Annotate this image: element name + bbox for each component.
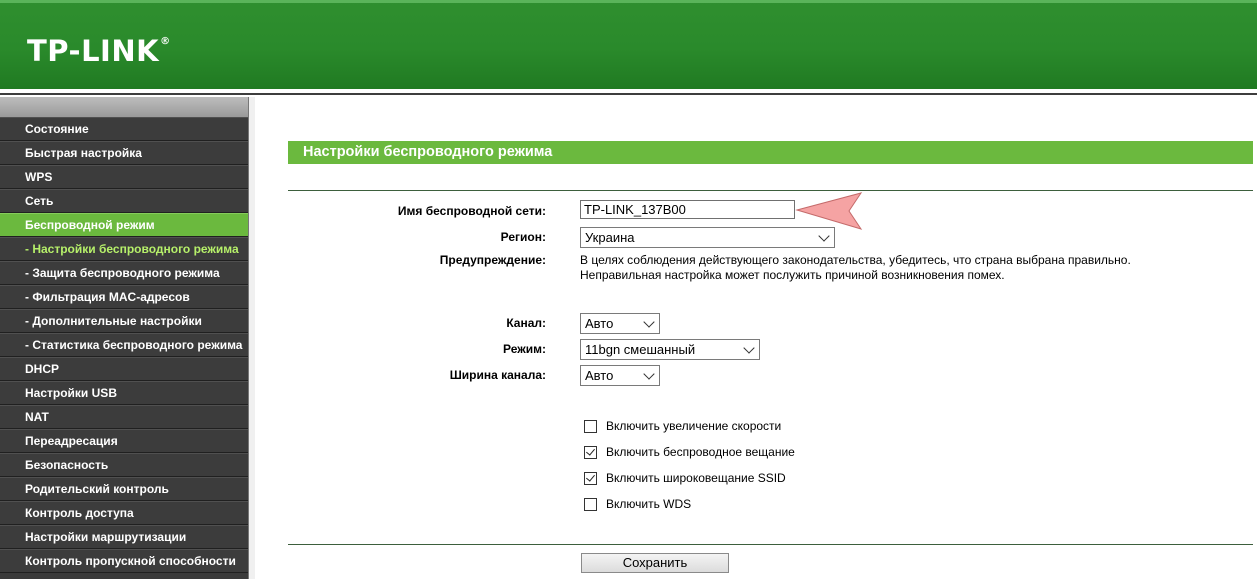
- sidebar-scrollbar[interactable]: [248, 97, 255, 579]
- bottom-divider: [288, 544, 1253, 545]
- chevron-down-icon: [643, 368, 655, 380]
- sidebar-item-parental-control[interactable]: Родительский контроль: [0, 477, 249, 501]
- ssid-broadcast-checkbox[interactable]: [584, 472, 597, 485]
- sidebar-item-mac-filtering[interactable]: - Фильтрация MAC-адресов: [0, 285, 249, 309]
- chevron-down-icon: [818, 230, 830, 242]
- checkmark-icon: [586, 446, 595, 456]
- channel-width-select[interactable]: Авто: [580, 365, 660, 386]
- ssid-input[interactable]: TP-LINK_137B00: [580, 200, 795, 219]
- mode-label: Режим:: [503, 342, 546, 356]
- ssid-label: Имя беспроводной сети:: [397, 204, 546, 218]
- tp-link-logo: TP-LINK®: [27, 34, 171, 68]
- sidebar-item-wireless-security[interactable]: - Защита беспроводного режима: [0, 261, 249, 285]
- sidebar-item-dhcp[interactable]: DHCP: [0, 357, 249, 381]
- sidebar-item-usb[interactable]: Настройки USB: [0, 381, 249, 405]
- mode-value: 11bgn смешанный: [585, 342, 696, 357]
- header-top-line: [0, 0, 1257, 3]
- channel-select[interactable]: Авто: [580, 313, 660, 334]
- sidebar-item-nat[interactable]: NAT: [0, 405, 249, 429]
- warning-line-1: В целях соблюдения действующего законода…: [580, 253, 1131, 267]
- wireless-broadcast-label: Включить беспроводное вещание: [606, 445, 795, 459]
- warning-label: Предупреждение:: [439, 253, 546, 267]
- wds-label: Включить WDS: [606, 497, 692, 511]
- region-select[interactable]: Украина: [580, 227, 835, 248]
- sidebar-item-wireless-stats[interactable]: - Статистика беспроводного режима: [0, 333, 249, 357]
- speed-boost-label: Включить увеличение скорости: [606, 419, 782, 433]
- main-content: Настройки беспроводного режима Имя беспр…: [256, 97, 1257, 579]
- region-label: Регион:: [500, 230, 546, 244]
- sidebar-item-advanced[interactable]: - Дополнительные настройки: [0, 309, 249, 333]
- chevron-down-icon: [743, 342, 755, 354]
- top-divider: [288, 190, 1253, 191]
- chevron-down-icon: [643, 316, 655, 328]
- page-title: Настройки беспроводного режима: [288, 141, 1253, 164]
- wireless-broadcast-checkbox[interactable]: [584, 446, 597, 459]
- speed-boost-checkbox[interactable]: [584, 420, 597, 433]
- sidebar-item-forwarding[interactable]: Переадресация: [0, 429, 249, 453]
- sidebar-item-bandwidth-control[interactable]: Контроль пропускной способности: [0, 549, 249, 573]
- sidebar-item-network[interactable]: Сеть: [0, 189, 249, 213]
- sidebar-item-quick-setup[interactable]: Быстрая настройка: [0, 141, 249, 165]
- sidebar-item-wps[interactable]: WPS: [0, 165, 249, 189]
- sidebar-item-wireless-settings[interactable]: - Настройки беспроводного режима: [0, 237, 249, 261]
- channel-width-value: Авто: [585, 368, 614, 383]
- sidebar-item-access-control[interactable]: Контроль доступа: [0, 501, 249, 525]
- save-button[interactable]: Сохранить: [581, 553, 729, 573]
- warning-text: В целях соблюдения действующего законода…: [580, 253, 1131, 283]
- ssid-broadcast-label: Включить широковещание SSID: [606, 471, 786, 485]
- sidebar-top-bar: [0, 97, 250, 117]
- channel-value: Авто: [585, 316, 614, 331]
- warning-line-2: Неправильная настройка может послужить п…: [580, 268, 1005, 282]
- region-value: Украина: [585, 230, 635, 245]
- channel-label: Канал:: [506, 316, 546, 330]
- channel-width-label: Ширина канала:: [449, 368, 546, 382]
- sidebar-menu: Состояние Быстрая настройка WPS Сеть Бес…: [0, 97, 255, 579]
- wds-checkbox[interactable]: [584, 498, 597, 511]
- sidebar-item-security[interactable]: Безопасность: [0, 453, 249, 477]
- sidebar-item-status[interactable]: Состояние: [0, 117, 249, 141]
- sidebar-item-routing[interactable]: Настройки маршрутизации: [0, 525, 249, 549]
- mode-select[interactable]: 11bgn смешанный: [580, 339, 760, 360]
- header-divider-line: [0, 93, 1257, 95]
- checkmark-icon: [586, 472, 595, 482]
- header-banner: TP-LINK®: [0, 0, 1257, 89]
- sidebar-item-wireless[interactable]: Беспроводной режим: [0, 213, 249, 237]
